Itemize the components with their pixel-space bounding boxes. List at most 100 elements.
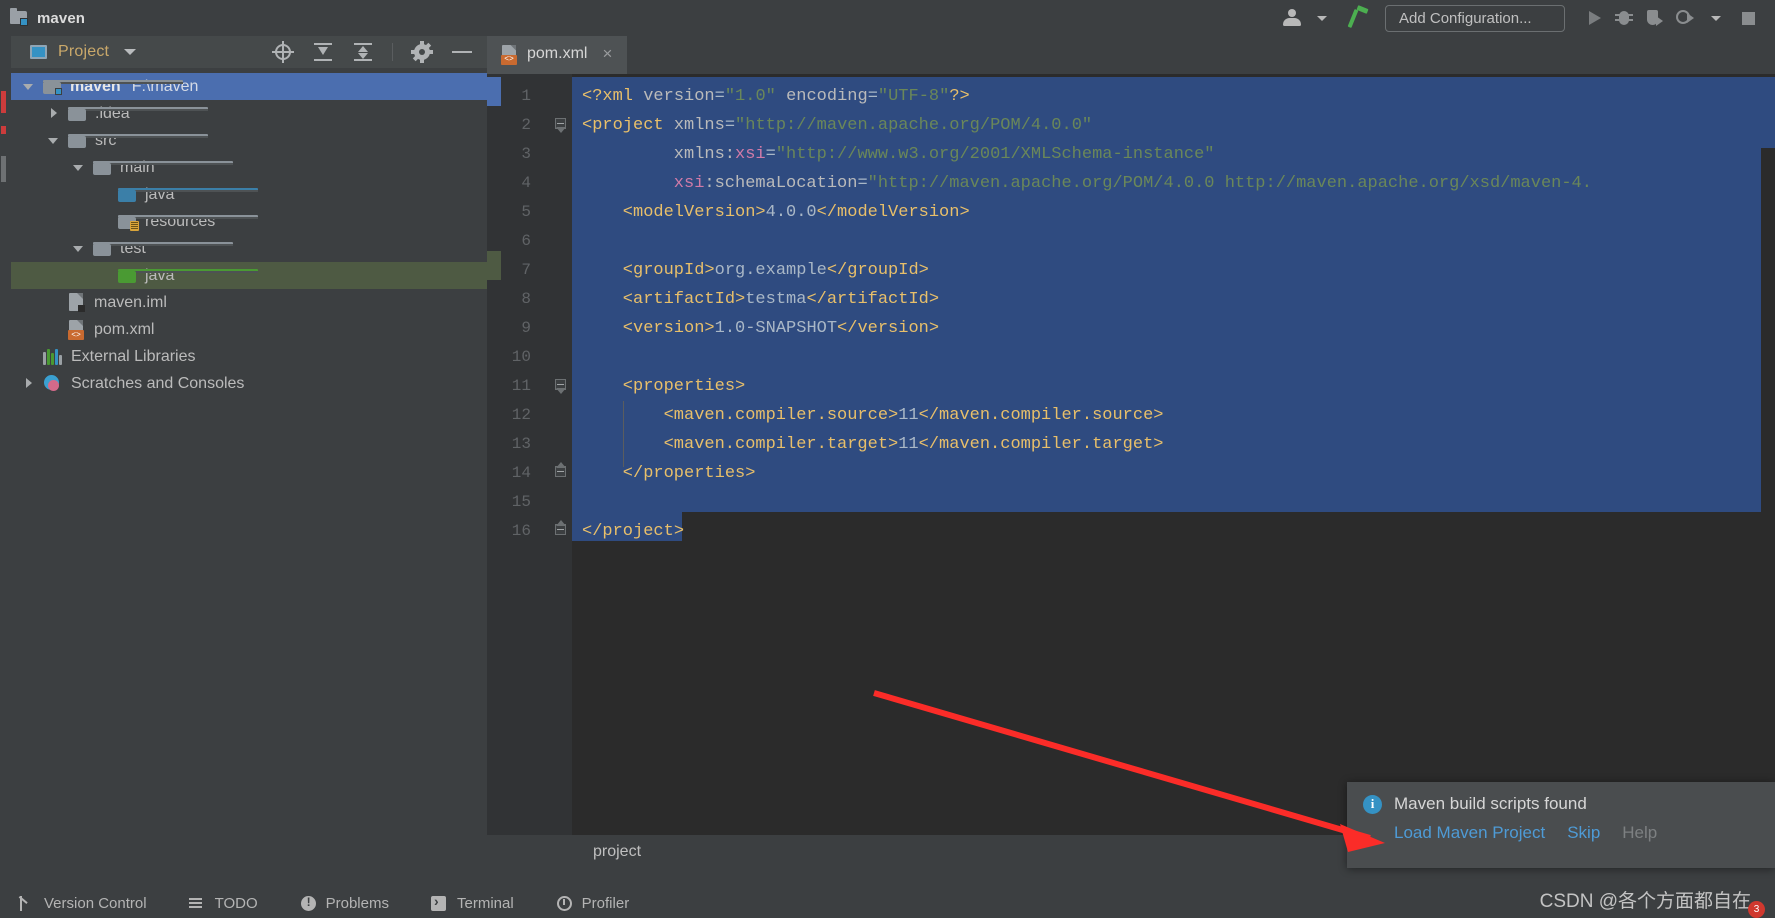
- tool-button-problems[interactable]: Problems: [300, 895, 389, 912]
- gear-icon[interactable]: [411, 41, 433, 63]
- more-run-options-chevron-down-icon[interactable]: [1711, 15, 1721, 21]
- title-bar: maven Add Configuration...: [0, 0, 1775, 36]
- hammer-build-icon[interactable]: [1343, 3, 1379, 33]
- skip-link[interactable]: Skip: [1567, 823, 1600, 843]
- hide-panel-icon[interactable]: [451, 41, 473, 63]
- debug-bug-icon[interactable]: [1609, 3, 1639, 33]
- tool-button-version-control[interactable]: Version Control: [18, 895, 147, 912]
- tool-button-todo[interactable]: TODO: [188, 894, 258, 912]
- version-control-icon: [18, 895, 35, 912]
- xml-file-icon: <>: [68, 320, 85, 340]
- tree-node-java[interactable]: java: [11, 262, 487, 289]
- folder-icon: [93, 241, 233, 256]
- project-folder-icon: [43, 79, 183, 95]
- load-maven-project-link[interactable]: Load Maven Project: [1394, 823, 1545, 843]
- user-account-icon[interactable]: [1277, 3, 1317, 33]
- editor-vertical-scrollbar[interactable]: [1761, 148, 1775, 868]
- expand-all-icon[interactable]: [312, 41, 334, 63]
- code-token: xmlns:: [673, 145, 736, 164]
- code-token: =: [867, 87, 878, 106]
- editor-tab-bar: <> pom.xml ×: [487, 36, 1775, 74]
- editor-gutter[interactable]: 1 2 3 4 5 6 7 8 9 10 11 12 13 14 15 16: [487, 74, 572, 868]
- chevron-down-icon[interactable]: [72, 161, 85, 174]
- folder-icon: [68, 133, 208, 148]
- chevron-down-icon[interactable]: [72, 242, 85, 255]
- project-badge-icon: [10, 8, 28, 26]
- line-number: 13: [511, 435, 531, 453]
- code-fold-marker[interactable]: [555, 118, 568, 133]
- tree-node-java[interactable]: java: [11, 181, 487, 208]
- editor-tab-pom-xml[interactable]: <> pom.xml ×: [487, 36, 627, 74]
- libraries-icon: [43, 348, 62, 365]
- tree-node-scratches-and-consoles[interactable]: Scratches and Consoles: [11, 370, 487, 397]
- code-token: <modelVersion>: [622, 203, 766, 222]
- tool-button-label: TODO: [214, 894, 258, 912]
- intellij-window: maven Add Configuration... Project maven…: [0, 0, 1775, 918]
- profiler-icon[interactable]: [1669, 3, 1699, 33]
- code-token: testma: [745, 290, 807, 309]
- tree-node-external-libraries[interactable]: External Libraries: [11, 343, 487, 370]
- close-icon[interactable]: ×: [602, 44, 612, 64]
- add-configuration-button[interactable]: Add Configuration...: [1385, 4, 1565, 32]
- code-line: xsi:schemaLocation="http://maven.apache.…: [572, 169, 1592, 198]
- code-token: xmlns: [673, 116, 725, 135]
- project-tree[interactable]: maven F:\maven .idea src main java resources te…: [11, 69, 487, 397]
- folder-icon: [93, 160, 233, 175]
- left-tool-strip: [0, 36, 11, 891]
- tree-node-maven-iml[interactable]: maven.iml: [11, 289, 487, 316]
- code-token: 1.0-SNAPSHOT: [714, 319, 838, 338]
- line-number: 8: [521, 290, 531, 308]
- tool-button-label: Problems: [325, 894, 389, 912]
- indent-guide: [622, 401, 624, 467]
- source-root-folder-icon: [118, 187, 258, 202]
- code-token: "http://www.w3.org/2001/XMLSchema-instan…: [775, 145, 1215, 164]
- xml-file-icon: <>: [501, 44, 518, 65]
- help-link[interactable]: Help: [1622, 823, 1657, 843]
- tool-window-stripe[interactable]: [1, 156, 6, 182]
- line-number: 9: [521, 319, 531, 337]
- tree-node-maven[interactable]: maven F:\maven: [11, 73, 487, 100]
- run-with-coverage-icon[interactable]: [1639, 3, 1669, 33]
- code-line: <groupId>org.example</groupId>: [572, 256, 929, 285]
- tree-node-pom-xml[interactable]: <> pom.xml: [11, 316, 487, 343]
- chevron-down-icon[interactable]: [1317, 15, 1327, 21]
- code-viewport[interactable]: 1 2 3 4 5 6 7 8 9 10 11 12 13 14 15 16 <?xml version="1…: [487, 74, 1775, 868]
- code-content[interactable]: <?xml version="1.0" encoding="UTF-8"?> <p…: [572, 74, 1775, 868]
- select-opened-file-icon[interactable]: [272, 41, 294, 63]
- tree-node-test[interactable]: test: [11, 235, 487, 262]
- collapse-all-icon[interactable]: [352, 41, 374, 63]
- stop-icon[interactable]: [1733, 3, 1763, 33]
- code-token: ?>: [949, 87, 970, 106]
- code-token: org.example: [714, 261, 827, 280]
- code-token: version: [643, 87, 715, 106]
- project-view-chevron-down-icon[interactable]: [124, 49, 137, 55]
- tool-button-profiler[interactable]: Profiler: [556, 895, 629, 912]
- code-token: :schemaLocation: [704, 174, 858, 193]
- iml-file-icon: [68, 293, 85, 312]
- scratches-icon: [43, 374, 62, 393]
- tool-button-terminal[interactable]: Terminal: [430, 893, 514, 912]
- run-icon[interactable]: [1579, 3, 1609, 33]
- tree-node-main[interactable]: main: [11, 154, 487, 181]
- code-fold-marker[interactable]: [555, 520, 568, 537]
- tree-node--idea[interactable]: .idea: [11, 100, 487, 127]
- code-token: <groupId>: [622, 261, 715, 280]
- tree-node-src[interactable]: src: [11, 127, 487, 154]
- code-token: 11: [898, 435, 919, 454]
- tool-button-label: Terminal: [456, 894, 514, 912]
- chevron-right-icon[interactable]: [47, 107, 60, 120]
- title-bar-right: Add Configuration...: [1277, 3, 1775, 33]
- code-fold-marker[interactable]: [555, 462, 568, 479]
- breadcrumb[interactable]: project: [593, 843, 641, 861]
- code-fold-marker[interactable]: [555, 379, 568, 394]
- project-panel-toolbar: [272, 41, 487, 63]
- chevron-right-icon[interactable]: [22, 377, 35, 390]
- code-token: encoding: [786, 87, 868, 106]
- chevron-down-icon[interactable]: [22, 80, 35, 93]
- tree-node-resources[interactable]: resources: [11, 208, 487, 235]
- code-line: <properties>: [572, 372, 745, 401]
- profiler-icon: [556, 895, 573, 912]
- chevron-down-icon[interactable]: [47, 134, 60, 147]
